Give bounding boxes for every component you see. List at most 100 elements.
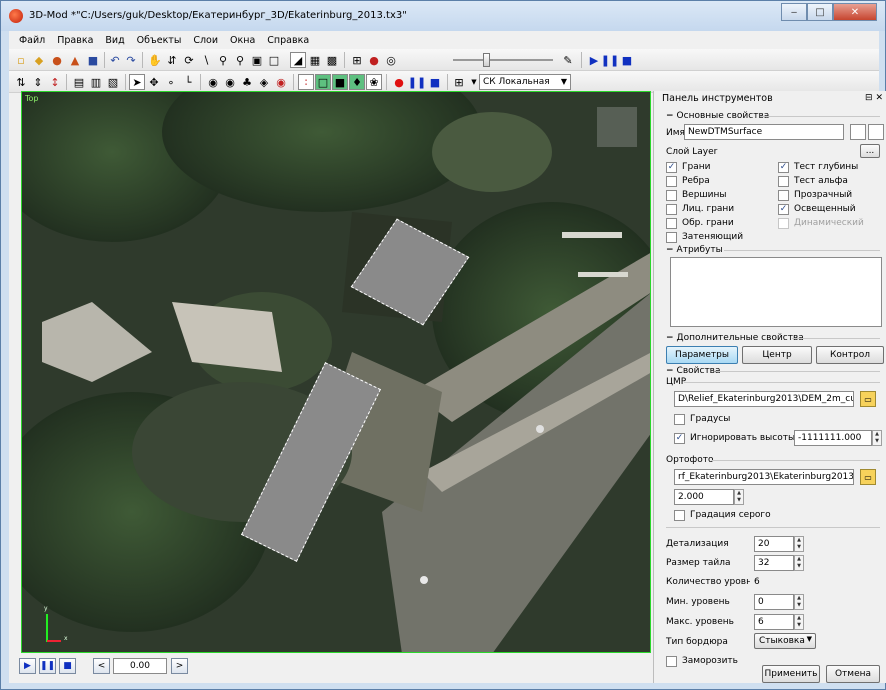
menu-edit[interactable]: Правка: [51, 35, 99, 46]
basic-props-header[interactable]: Основные свойства: [666, 111, 770, 121]
checkbox-shading[interactable]: [666, 232, 677, 243]
name-field[interactable]: NewDTMSurface: [684, 124, 844, 140]
ortho-scale-spinner[interactable]: ▲ ▼: [734, 489, 744, 505]
speed-slider-thumb[interactable]: [483, 53, 490, 67]
tab-control[interactable]: Контрол: [816, 346, 884, 364]
checkbox-degrees[interactable]: [674, 414, 685, 425]
redo-icon[interactable]: ↷: [123, 52, 139, 68]
tree-icon[interactable]: ♣: [239, 74, 255, 90]
step-back-button[interactable]: <: [93, 658, 110, 674]
color-swatch-2[interactable]: [868, 124, 884, 140]
checkbox-transparent[interactable]: [778, 190, 789, 201]
import-icon[interactable]: ●: [49, 52, 65, 68]
tab-center[interactable]: Центр: [742, 346, 812, 364]
checkbox-depth-test[interactable]: ✓: [778, 162, 789, 173]
checkbox-alpha-test[interactable]: [778, 176, 789, 187]
attributes-header[interactable]: Атрибуты: [666, 245, 723, 255]
menu-help[interactable]: Справка: [261, 35, 315, 46]
menu-objects[interactable]: Объекты: [131, 35, 188, 46]
select-layer-icon[interactable]: ▤: [71, 74, 87, 90]
pause-record-icon[interactable]: ❚❚: [408, 74, 426, 90]
float-panel-icon[interactable]: ⊟: [865, 93, 873, 103]
ortho-folder-icon[interactable]: ▭: [860, 469, 876, 485]
scene-icon[interactable]: ●: [366, 52, 382, 68]
eye-icon[interactable]: ◉: [205, 74, 221, 90]
tile-size-field[interactable]: 32: [754, 555, 794, 571]
layer-browse-button[interactable]: ...: [860, 144, 880, 158]
close-button[interactable]: ✕: [833, 3, 877, 21]
dem-path-field[interactable]: D\Relief_Ekaterinburg2013\DEM_2m_cut.x-d…: [674, 391, 854, 407]
save-icon[interactable]: ■: [85, 52, 101, 68]
pause-icon[interactable]: ❚❚: [601, 52, 619, 68]
undo-icon[interactable]: ↶: [107, 52, 123, 68]
title-bar[interactable]: 3D-Mod *"C:/Users/guk/Desktop/Екатеринбу…: [1, 1, 885, 31]
checkbox-freeze[interactable]: [666, 656, 677, 667]
open-project-icon[interactable]: ◆: [31, 52, 47, 68]
camera-icon[interactable]: ◎: [383, 52, 399, 68]
move-cross-icon[interactable]: ✥: [146, 74, 162, 90]
cube-icon[interactable]: □: [315, 74, 331, 90]
rotate-icon[interactable]: ⟳: [181, 52, 197, 68]
open-folder-icon[interactable]: ▫: [13, 52, 29, 68]
cursor-icon[interactable]: ➤: [129, 74, 145, 90]
detail-spinner[interactable]: ▲ ▼: [794, 536, 804, 552]
dem-folder-icon[interactable]: ▭: [860, 391, 876, 407]
checkbox-back-faces[interactable]: [666, 218, 677, 229]
ortho-scale-field[interactable]: 2.000: [674, 489, 734, 505]
checkbox-front-faces[interactable]: [666, 204, 677, 215]
ruler-icon[interactable]: └: [180, 74, 196, 90]
wireframe-icon[interactable]: ◢: [290, 52, 306, 68]
menu-file[interactable]: Файл: [13, 35, 51, 46]
tab-parameters[interactable]: Параметры: [666, 346, 738, 364]
menu-layers[interactable]: Слои: [187, 35, 224, 46]
minimize-button[interactable]: ‒: [781, 3, 807, 21]
select-group-icon[interactable]: ▥: [88, 74, 104, 90]
zoom-in-icon[interactable]: ⚲: [215, 52, 231, 68]
coordinate-system-icon[interactable]: ⊞: [451, 74, 467, 90]
coordinate-system-select[interactable]: СК Локальная ▼: [479, 74, 571, 90]
checkbox-ignore-heights[interactable]: ✓: [674, 433, 685, 444]
apply-button[interactable]: Применить: [762, 665, 820, 683]
distribute-icon[interactable]: ⇕: [30, 74, 46, 90]
zoom-extent-icon[interactable]: ⚲: [232, 52, 248, 68]
lasso-icon[interactable]: ∘: [163, 74, 179, 90]
sphere-icon[interactable]: ❀: [366, 74, 382, 90]
cancel-button[interactable]: Отмена: [826, 665, 880, 683]
ortho-path-field[interactable]: rf_Ekaterinburg2013\Ekaterinburg2013_cub…: [674, 469, 854, 485]
checkbox-lit[interactable]: ✓: [778, 204, 789, 215]
color-swatch-1[interactable]: [850, 124, 866, 140]
move-icon[interactable]: ⇵: [164, 52, 180, 68]
pen-icon[interactable]: ✎: [560, 52, 576, 68]
checkbox-grayscale[interactable]: [674, 510, 685, 521]
stop-button[interactable]: ■: [59, 658, 76, 674]
play-button[interactable]: ▶: [19, 658, 36, 674]
stop-icon[interactable]: ■: [619, 52, 635, 68]
detail-field[interactable]: 20: [754, 536, 794, 552]
maximize-button[interactable]: □: [807, 3, 833, 21]
time-field[interactable]: 0.00: [113, 658, 167, 674]
checkbox-faces[interactable]: ✓: [666, 162, 677, 173]
view-box-icon[interactable]: ▣: [249, 52, 265, 68]
pan-hand-icon[interactable]: ✋: [147, 52, 163, 68]
border-type-select[interactable]: Стыковка ▼: [754, 633, 816, 649]
checkbox-edges[interactable]: [666, 176, 677, 187]
map-viewport[interactable]: Top x y: [21, 91, 651, 653]
view-frame-icon[interactable]: □: [266, 52, 282, 68]
speed-slider-track[interactable]: [453, 59, 553, 61]
pause-button[interactable]: ❚❚: [39, 658, 56, 674]
attributes-list[interactable]: [670, 257, 882, 327]
record-icon[interactable]: ●: [391, 74, 407, 90]
ignore-heights-spinner[interactable]: ▲ ▼: [872, 430, 882, 446]
filter-icon[interactable]: ◈: [256, 74, 272, 90]
max-level-spinner[interactable]: ▲ ▼: [794, 614, 804, 630]
height-icon[interactable]: ↕: [47, 74, 63, 90]
select-all-icon[interactable]: ▧: [105, 74, 121, 90]
solid-icon[interactable]: ■: [332, 74, 348, 90]
ignore-heights-field[interactable]: -1111111.000: [794, 430, 872, 446]
play-icon[interactable]: ▶: [586, 52, 602, 68]
min-level-field[interactable]: 0: [754, 594, 794, 610]
min-level-spinner[interactable]: ▲ ▼: [794, 594, 804, 610]
points-icon[interactable]: ∶: [298, 74, 314, 90]
layers-grid-icon[interactable]: ⊞: [349, 52, 365, 68]
grid-icon[interactable]: ▦: [307, 52, 323, 68]
